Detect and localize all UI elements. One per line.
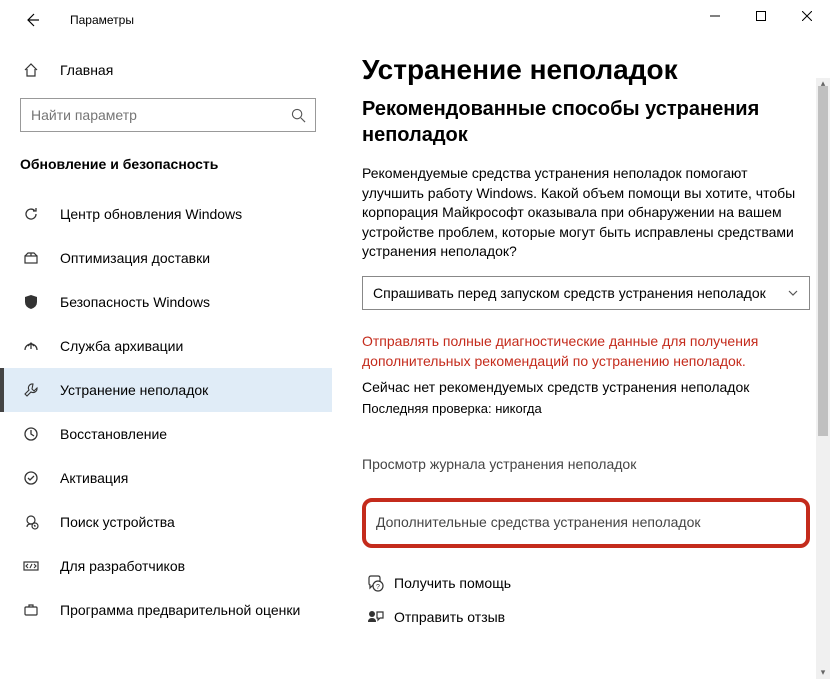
page-title: Устранение неполадок bbox=[362, 54, 820, 86]
scrollbar[interactable]: ▴ ▾ bbox=[816, 78, 830, 679]
back-button[interactable] bbox=[14, 2, 50, 38]
help-icon: ? bbox=[362, 575, 388, 592]
recovery-icon bbox=[20, 426, 42, 442]
shield-icon bbox=[20, 294, 42, 310]
feedback-label: Отправить отзыв bbox=[394, 609, 505, 625]
search-input-container[interactable] bbox=[20, 98, 316, 132]
page-subtitle: Рекомендованные способы устранения непол… bbox=[362, 96, 820, 148]
chevron-down-icon bbox=[787, 287, 799, 299]
additional-troubleshooters-link[interactable]: Дополнительные средства устранения непол… bbox=[362, 498, 810, 548]
sidebar-item-3[interactable]: Служба архивации bbox=[0, 324, 332, 368]
sidebar-item-label: Центр обновления Windows bbox=[60, 206, 242, 222]
sidebar-item-label: Для разработчиков bbox=[60, 558, 185, 574]
sidebar-item-label: Оптимизация доставки bbox=[60, 250, 210, 266]
dev-icon bbox=[20, 558, 42, 574]
minimize-button[interactable] bbox=[692, 0, 738, 32]
sidebar-item-label: Служба архивации bbox=[60, 338, 183, 354]
scroll-down-arrow[interactable]: ▾ bbox=[816, 665, 830, 679]
sidebar-home[interactable]: Главная bbox=[0, 50, 332, 90]
sidebar-item-label: Программа предварительной оценки bbox=[60, 602, 300, 618]
sidebar-item-label: Устранение неполадок bbox=[60, 382, 208, 398]
main-content: Устранение неполадок Рекомендованные спо… bbox=[332, 40, 830, 679]
sidebar-item-0[interactable]: Центр обновления Windows bbox=[0, 192, 332, 236]
sidebar-item-2[interactable]: Безопасность Windows bbox=[0, 280, 332, 324]
sidebar: Главная Обновление и безопасность Центр … bbox=[0, 40, 332, 679]
backup-icon bbox=[20, 338, 42, 354]
sidebar-item-5[interactable]: Восстановление bbox=[0, 412, 332, 456]
status-text: Сейчас нет рекомендуемых средств устране… bbox=[362, 379, 820, 395]
sidebar-item-9[interactable]: Программа предварительной оценки bbox=[0, 588, 332, 632]
sidebar-item-6[interactable]: Активация bbox=[0, 456, 332, 500]
last-check-text: Последняя проверка: никогда bbox=[362, 401, 820, 416]
maximize-button[interactable] bbox=[738, 0, 784, 32]
refresh-icon bbox=[20, 206, 42, 222]
diagnostic-notice[interactable]: Отправлять полные диагностические данные… bbox=[362, 332, 820, 371]
sidebar-item-8[interactable]: Для разработчиков bbox=[0, 544, 332, 588]
feedback-link[interactable]: Отправить отзыв bbox=[362, 602, 820, 632]
history-link[interactable]: Просмотр журнала устранения неполадок bbox=[362, 456, 820, 472]
home-icon bbox=[20, 62, 42, 78]
sidebar-item-7[interactable]: Поиск устройства bbox=[0, 500, 332, 544]
page-description: Рекомендуемые средства устранения непола… bbox=[362, 164, 820, 262]
app-title: Параметры bbox=[70, 13, 134, 27]
search-input[interactable] bbox=[31, 107, 291, 123]
scrollbar-thumb[interactable] bbox=[818, 86, 828, 436]
find-icon bbox=[20, 514, 42, 530]
troubleshoot-mode-select[interactable]: Спрашивать перед запуском средств устран… bbox=[362, 276, 810, 310]
sidebar-section-header: Обновление и безопасность bbox=[0, 152, 332, 186]
insider-icon bbox=[20, 602, 42, 618]
search-icon bbox=[291, 108, 307, 123]
sidebar-item-label: Безопасность Windows bbox=[60, 294, 210, 310]
feedback-icon bbox=[362, 609, 388, 626]
sidebar-item-1[interactable]: Оптимизация доставки bbox=[0, 236, 332, 280]
activation-icon bbox=[20, 470, 42, 486]
sidebar-item-label: Активация bbox=[60, 470, 128, 486]
select-value: Спрашивать перед запуском средств устран… bbox=[373, 285, 766, 301]
sidebar-item-label: Восстановление bbox=[60, 426, 167, 442]
delivery-icon bbox=[20, 250, 42, 266]
help-label: Получить помощь bbox=[394, 575, 511, 591]
close-button[interactable] bbox=[784, 0, 830, 32]
get-help-link[interactable]: ? Получить помощь bbox=[362, 568, 820, 598]
sidebar-home-label: Главная bbox=[60, 62, 113, 78]
sidebar-item-label: Поиск устройства bbox=[60, 514, 175, 530]
sidebar-item-4[interactable]: Устранение неполадок bbox=[0, 368, 332, 412]
svg-text:?: ? bbox=[376, 584, 380, 591]
additional-link-text: Дополнительные средства устранения непол… bbox=[376, 514, 701, 530]
wrench-icon bbox=[20, 382, 42, 398]
